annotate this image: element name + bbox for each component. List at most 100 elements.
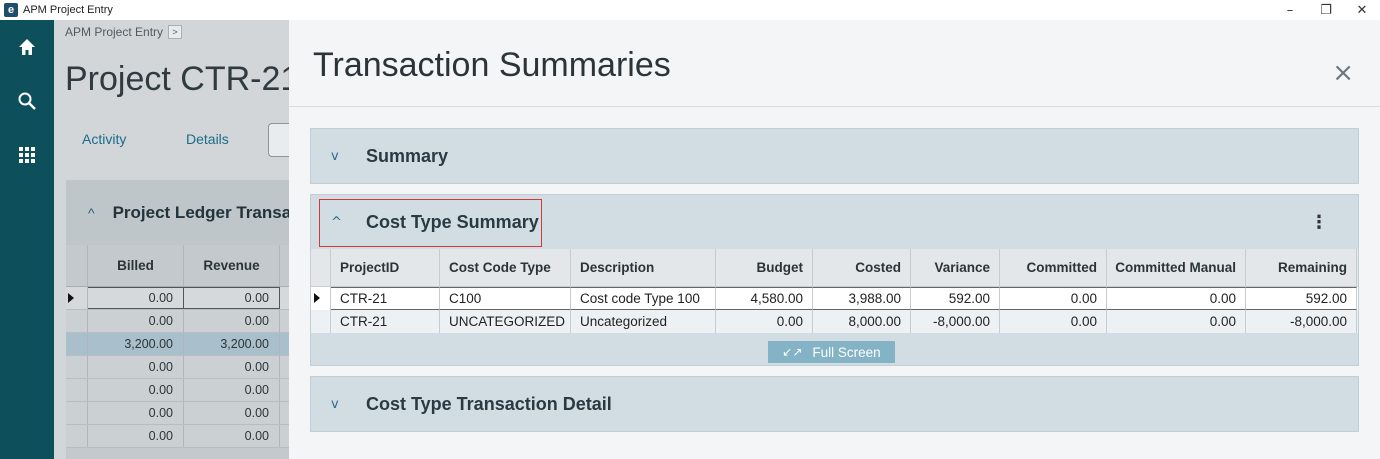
table-cell[interactable]: -8,000.00 <box>1246 310 1357 333</box>
close-panel-button[interactable]: × <box>1332 60 1354 86</box>
table-cell[interactable]: 4,580.00 <box>716 287 813 310</box>
close-window-button[interactable]: ✕ <box>1344 0 1380 20</box>
highlight-box <box>319 199 542 247</box>
table-cell[interactable]: 3,988.00 <box>813 287 911 310</box>
table-cell[interactable]: 8,000.00 <box>813 310 911 333</box>
tab-overflow-box[interactable] <box>268 123 290 157</box>
column-header[interactable]: Committed <box>1000 249 1107 286</box>
row-indicator-header <box>66 245 88 286</box>
chevron-up-icon: ^ <box>88 204 95 221</box>
table-row[interactable]: 0.00 0.00 <box>66 425 290 448</box>
full-screen-button[interactable]: ↙↗ Full Screen <box>768 341 895 363</box>
table-cell[interactable]: 0.00 <box>184 379 280 401</box>
table-cell[interactable]: CTR-21 <box>331 310 440 333</box>
table-row[interactable]: 0.00 0.00 <box>66 402 290 425</box>
row-indicator <box>66 379 88 401</box>
table-cell[interactable]: -8,000.00 <box>911 310 1000 333</box>
breadcrumb-link[interactable]: APM Project Entry <box>65 25 163 39</box>
table-cell[interactable]: 0.00 <box>1000 310 1107 333</box>
table-cell[interactable]: C100 <box>440 287 571 310</box>
search-icon <box>18 92 36 110</box>
background-page: APM Project Entry > Project CTR-21 Activ… <box>54 20 290 459</box>
cost-type-detail-section: v Cost Type Transaction Detail <box>310 376 1359 432</box>
row-indicator <box>66 356 88 378</box>
table-cell[interactable]: 0.00 <box>1000 287 1107 310</box>
restore-button[interactable]: ❐ <box>1308 0 1344 20</box>
table-row[interactable]: CTR-21 C100 Cost code Type 100 4,580.00 … <box>311 287 1358 310</box>
minimize-button[interactable]: – <box>1272 0 1308 20</box>
nav-rail <box>0 20 54 459</box>
column-header[interactable]: Description <box>571 249 716 286</box>
table-cell[interactable]: 0.00 <box>184 356 280 378</box>
table-cell[interactable]: Cost code Type 100 <box>571 287 716 310</box>
table-cell[interactable]: 592.00 <box>911 287 1000 310</box>
table-cell[interactable]: 0.00 <box>88 402 184 424</box>
chevron-down-icon: v <box>331 148 339 164</box>
table-cell[interactable]: Uncategorized <box>571 310 716 333</box>
column-header[interactable]: Committed Manual <box>1107 249 1246 286</box>
chevron-down-icon: v <box>331 396 339 412</box>
column-header[interactable]: Variance <box>911 249 1000 286</box>
column-header[interactable]: Budget <box>716 249 813 286</box>
column-header[interactable]: Revenue <box>184 245 280 286</box>
ledger-title: Project Ledger Transactions <box>112 202 290 222</box>
home-icon <box>19 39 35 55</box>
table-cell[interactable]: 3,200.00 <box>88 333 184 355</box>
home-button[interactable] <box>0 20 54 74</box>
table-cell[interactable]: 0.00 <box>88 356 184 378</box>
page-title: Project CTR-21 <box>65 60 290 98</box>
apps-button[interactable] <box>0 128 54 182</box>
ledger-section: ^ Project Ledger Transactions Billed Rev… <box>66 180 290 459</box>
row-indicator <box>66 310 88 332</box>
section-title: Summary <box>366 145 449 166</box>
table-row[interactable]: 3,200.00 3,200.00 <box>66 333 290 356</box>
table-cell[interactable]: 0.00 <box>88 379 184 401</box>
more-options-icon[interactable]: ⋮ <box>1310 212 1328 233</box>
tab-activity[interactable]: Activity <box>82 131 126 147</box>
table-row[interactable]: 0.00 0.00 <box>66 356 290 379</box>
table-cell[interactable]: 0.00 <box>184 287 280 309</box>
table-cell[interactable]: 0.00 <box>88 425 184 447</box>
search-button[interactable] <box>0 74 54 128</box>
column-header[interactable]: Billed <box>88 245 184 286</box>
table-cell[interactable]: UNCATEGORIZED <box>440 310 571 333</box>
full-screen-label: Full Screen <box>812 344 881 360</box>
table-row[interactable]: 0.00 0.00 <box>66 287 290 310</box>
table-row[interactable]: 0.00 0.00 <box>66 379 290 402</box>
table-cell[interactable]: 0.00 <box>88 310 184 332</box>
cost-type-summary-section: ^ Cost Type Summary ⋮ ProjectID Cost Cod… <box>310 194 1359 366</box>
divider <box>289 106 1380 107</box>
column-header[interactable]: Costed <box>813 249 911 286</box>
tab-details[interactable]: Details <box>186 131 229 147</box>
table-cell[interactable]: CTR-21 <box>331 287 440 310</box>
column-header[interactable]: Cost Code Type <box>440 249 571 286</box>
table-row[interactable]: 0.00 0.00 <box>66 310 290 333</box>
ledger-table: Billed Revenue 0.00 0.00 0.00 0.00 3,200… <box>66 245 290 448</box>
table-cell[interactable]: 0.00 <box>184 402 280 424</box>
table-cell[interactable]: 592.00 <box>1246 287 1357 310</box>
table-cell[interactable]: 3,200.00 <box>184 333 280 355</box>
apps-grid-icon <box>19 147 35 163</box>
cost-type-detail-header[interactable]: v Cost Type Transaction Detail <box>311 377 1358 431</box>
row-pointer-icon <box>68 293 74 303</box>
breadcrumb: APM Project Entry > <box>65 25 183 39</box>
table-cell[interactable]: 0.00 <box>716 310 813 333</box>
table-cell[interactable]: 0.00 <box>1107 287 1246 310</box>
table-cell[interactable]: 0.00 <box>1107 310 1246 333</box>
row-indicator <box>66 402 88 424</box>
summary-section-header[interactable]: v Summary <box>311 129 1358 183</box>
row-indicator <box>66 333 88 355</box>
window-title: APM Project Entry <box>23 4 113 16</box>
column-header[interactable]: ProjectID <box>331 249 440 286</box>
table-cell[interactable]: 0.00 <box>184 310 280 332</box>
ledger-header[interactable]: ^ Project Ledger Transactions <box>66 180 290 245</box>
table-row[interactable]: CTR-21 UNCATEGORIZED Uncategorized 0.00 … <box>311 310 1358 333</box>
panel-title: Transaction Summaries <box>313 46 671 84</box>
table-cell[interactable]: 0.00 <box>88 287 184 309</box>
table-cell[interactable]: 0.00 <box>184 425 280 447</box>
row-indicator-header <box>311 249 331 286</box>
row-indicator <box>66 425 88 447</box>
column-header[interactable]: Remaining <box>1246 249 1357 286</box>
ledger-header-row: Billed Revenue <box>66 245 290 287</box>
breadcrumb-arrow-icon[interactable]: > <box>168 25 183 39</box>
